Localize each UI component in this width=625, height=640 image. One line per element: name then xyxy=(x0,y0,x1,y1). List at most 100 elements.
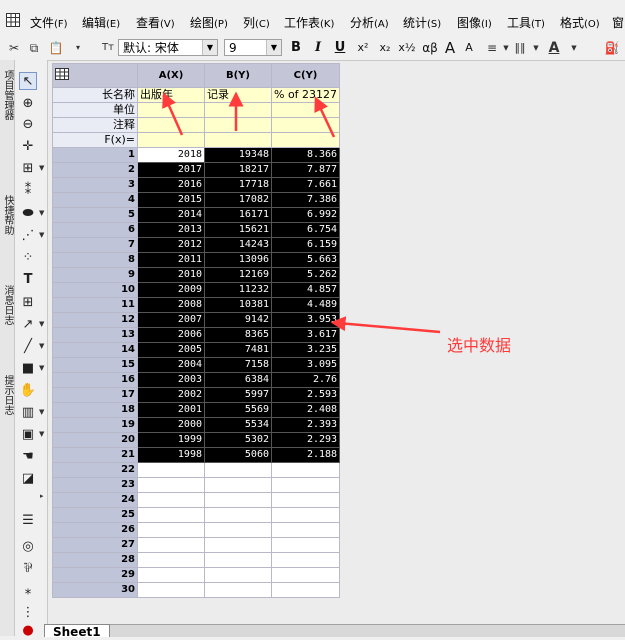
data-cell[interactable] xyxy=(137,477,205,493)
data-cell[interactable]: 2006 xyxy=(137,327,205,343)
decrease-font-button[interactable]: A xyxy=(462,39,476,57)
row-number[interactable]: 22 xyxy=(52,462,138,478)
row-number[interactable]: 24 xyxy=(52,492,138,508)
data-cell[interactable]: 2002 xyxy=(137,387,205,403)
move-data-icon[interactable]: ⁑ xyxy=(19,182,37,200)
settings-circle-icon[interactable]: ◎ xyxy=(19,538,37,556)
data-cell[interactable] xyxy=(204,462,272,478)
data-cell[interactable] xyxy=(270,522,341,538)
image-icon[interactable]: ▣ xyxy=(19,426,37,444)
row-number[interactable]: 25 xyxy=(52,507,138,523)
expand-icon[interactable]: ▸ xyxy=(40,492,44,500)
row-number[interactable]: 29 xyxy=(52,567,138,583)
data-cell[interactable]: 9142 xyxy=(204,312,272,328)
supsub-button[interactable]: x½ xyxy=(398,39,416,57)
underline-button[interactable]: U xyxy=(332,39,348,57)
data-cell[interactable] xyxy=(270,492,341,508)
data-cell[interactable]: 2016 xyxy=(137,177,205,193)
row-number[interactable]: 17 xyxy=(52,387,138,403)
column-header-a[interactable]: A(X) xyxy=(137,63,205,88)
data-cell[interactable]: 2017 xyxy=(137,162,205,178)
data-cell[interactable]: 5302 xyxy=(204,432,272,448)
region-select-icon[interactable]: ⊞ xyxy=(19,160,37,178)
data-cell[interactable] xyxy=(204,537,272,553)
data-cell[interactable]: 2009 xyxy=(137,282,205,298)
data-cell[interactable] xyxy=(137,507,205,523)
label-cell[interactable] xyxy=(204,117,272,133)
chevron-down-icon[interactable]: ▼ xyxy=(528,40,544,56)
row-number[interactable]: 7 xyxy=(52,237,138,253)
data-cell[interactable]: 7.877 xyxy=(270,162,341,178)
table-tool-icon[interactable]: ⊞ xyxy=(19,294,37,312)
label-row-name[interactable]: 单位 xyxy=(52,102,138,118)
arrow-tool-icon[interactable]: ↗ xyxy=(19,316,37,334)
data-cell[interactable]: 16171 xyxy=(204,207,272,223)
data-cell[interactable]: 7158 xyxy=(204,357,272,373)
data-cell[interactable]: 15621 xyxy=(204,222,272,238)
data-cell[interactable] xyxy=(270,537,341,553)
data-cell[interactable] xyxy=(270,552,341,568)
data-picker-icon[interactable]: ⋰ xyxy=(19,227,37,245)
label-row-name[interactable]: F(x)= xyxy=(52,132,138,148)
data-cell[interactable]: 2012 xyxy=(137,237,205,253)
drag-hand-icon[interactable]: ☚ xyxy=(19,448,37,466)
text-tool-icon[interactable]: T xyxy=(19,271,37,289)
column-list-icon[interactable]: ☰ xyxy=(19,512,37,530)
fill-color-icon[interactable]: ⛽ xyxy=(604,40,620,56)
rectangle-tool-icon[interactable]: ■ xyxy=(19,360,37,378)
scatter-icon[interactable]: ⁘ xyxy=(19,249,37,267)
column-header-b[interactable]: B(Y) xyxy=(204,63,272,88)
hand-icon[interactable]: ✋ xyxy=(19,382,37,400)
font-name-select[interactable]: 默认: 宋体 ▼ xyxy=(118,39,218,56)
row-number[interactable]: 14 xyxy=(52,342,138,358)
row-number[interactable]: 30 xyxy=(52,582,138,598)
data-cell[interactable] xyxy=(137,492,205,508)
data-cell[interactable]: 4.857 xyxy=(270,282,341,298)
graph-icon[interactable]: ▥ xyxy=(19,404,37,422)
data-cell[interactable]: 2000 xyxy=(137,417,205,433)
row-number[interactable]: 27 xyxy=(52,537,138,553)
menu-item-8[interactable]: 图像(I) xyxy=(457,14,492,31)
data-cell[interactable]: 7.386 xyxy=(270,192,341,208)
row-number[interactable]: 15 xyxy=(52,357,138,373)
tab-hint-log[interactable]: 提示日志 xyxy=(1,375,13,415)
chevron-down-icon[interactable]: ▼ xyxy=(266,40,281,55)
label-cell[interactable] xyxy=(204,132,272,148)
label-row-name[interactable]: 注释 xyxy=(52,117,138,133)
data-cell[interactable]: 11232 xyxy=(204,282,272,298)
data-cell[interactable] xyxy=(137,462,205,478)
italic-button[interactable]: I xyxy=(310,39,326,57)
formula-icon[interactable]: ⅌ xyxy=(19,560,37,578)
data-cell[interactable]: 5060 xyxy=(204,447,272,463)
row-number[interactable]: 16 xyxy=(52,372,138,388)
row-number[interactable]: 11 xyxy=(52,297,138,313)
row-number[interactable]: 20 xyxy=(52,432,138,448)
line-tool-icon[interactable]: ╱ xyxy=(19,338,37,356)
label-cell[interactable] xyxy=(137,102,205,118)
data-cell[interactable]: 2.293 xyxy=(270,432,341,448)
row-number[interactable]: 6 xyxy=(52,222,138,238)
label-cell[interactable]: % of 23127 xyxy=(270,87,341,103)
data-cell[interactable] xyxy=(270,507,341,523)
data-cell[interactable]: 7.661 xyxy=(270,177,341,193)
data-cell[interactable]: 8365 xyxy=(204,327,272,343)
label-cell[interactable] xyxy=(270,132,341,148)
data-cell[interactable]: 18217 xyxy=(204,162,272,178)
zoom-in-icon[interactable]: ⊕ xyxy=(19,95,37,113)
data-cell[interactable]: 2011 xyxy=(137,252,205,268)
data-cell[interactable]: 10381 xyxy=(204,297,272,313)
menu-item-1[interactable]: 编辑(E) xyxy=(82,14,120,31)
row-number[interactable]: 23 xyxy=(52,477,138,493)
row-number[interactable]: 21 xyxy=(52,447,138,463)
app-grid-icon[interactable] xyxy=(6,13,20,27)
label-cell[interactable] xyxy=(270,117,341,133)
layer-icon[interactable]: ◪ xyxy=(19,470,37,488)
data-cell[interactable] xyxy=(270,462,341,478)
row-number[interactable]: 18 xyxy=(52,402,138,418)
cut-icon[interactable]: ✂ xyxy=(6,40,22,56)
row-number[interactable]: 28 xyxy=(52,552,138,568)
zoom-out-icon[interactable]: ⊖ xyxy=(19,116,37,134)
data-cell[interactable] xyxy=(204,507,272,523)
chevron-down-icon[interactable]: ▼ xyxy=(202,40,217,55)
tab-message-log[interactable]: 消息日志 xyxy=(1,285,13,325)
